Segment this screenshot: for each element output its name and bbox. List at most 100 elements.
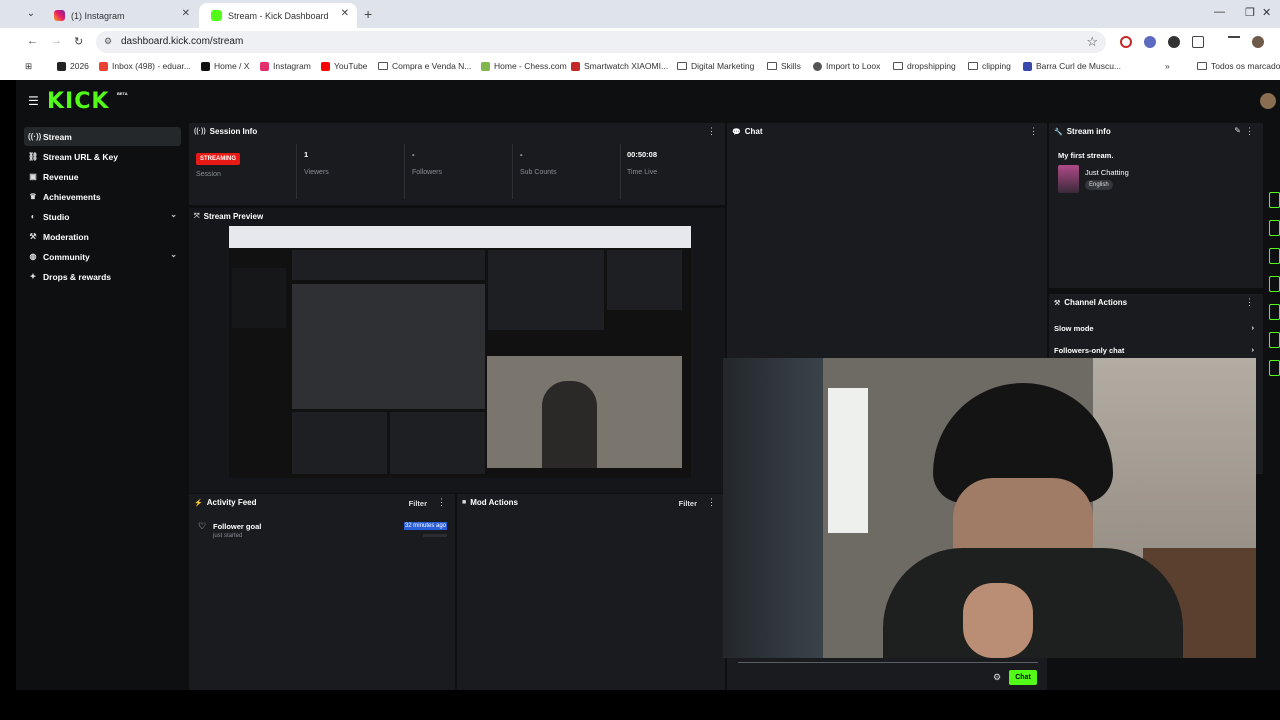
divider [512, 144, 513, 199]
bookmark-folder-all[interactable]: Todos os marcadores [1197, 61, 1280, 71]
tab-instagram[interactable]: (1) Instagram ✕ [42, 3, 198, 28]
preview-mod-actions [390, 412, 485, 474]
bookmark-label: 2026 [70, 61, 89, 71]
sidebar-item-stream[interactable]: ((·)) Stream [24, 127, 181, 146]
more-options-icon[interactable]: ⋮ [437, 497, 446, 508]
bookmark-import-loox[interactable]: Import to Loox [813, 61, 880, 71]
bookmark-gmail[interactable]: Inbox (498) - eduar... [99, 61, 191, 71]
minimize-icon[interactable]: — [1214, 6, 1225, 18]
preview-nested-stream [292, 284, 485, 409]
quick-action-button[interactable] [1269, 360, 1280, 376]
radio-waves-icon: ((·)) [194, 128, 206, 135]
back-arrow-icon[interactable]: ← [27, 35, 38, 47]
site-settings-icon[interactable]: ⚙ [104, 36, 112, 47]
filter-button[interactable]: Filter [679, 499, 697, 508]
url-text[interactable]: dashboard.kick.com/stream [121, 36, 243, 47]
panel-header: ⚒ Channel Actions [1049, 294, 1263, 311]
link-icon: ⛓ [28, 152, 39, 161]
folder-icon [893, 62, 903, 70]
sidebar-item-studio[interactable]: ◐ Studio ⌄ [24, 207, 181, 226]
address-bar[interactable]: ⚙ dashboard.kick.com/stream ☆ [96, 31, 1106, 53]
action-followers-only-chat[interactable]: Followers-only chat › [1054, 345, 1254, 355]
quick-action-button[interactable] [1269, 332, 1280, 348]
quick-action-button[interactable] [1269, 192, 1280, 208]
sidebar-item-stream-url-key[interactable]: ⛓ Stream URL & Key [24, 147, 181, 166]
edit-pencil-icon[interactable]: ✎ [1234, 126, 1241, 135]
webcam-window-light [828, 388, 868, 533]
chevron-down-icon: ⌄ [170, 250, 177, 259]
bookmark-folder-clipping[interactable]: clipping [968, 61, 1011, 71]
filter-button[interactable]: Filter [409, 499, 427, 508]
status-badge: STREAMING [196, 153, 240, 165]
sidebar-item-label: Stream URL & Key [43, 151, 118, 162]
action-slow-mode[interactable]: Slow mode › [1054, 323, 1254, 333]
more-options-icon[interactable]: ⋮ [707, 497, 716, 508]
extension-badge-icon[interactable] [1144, 36, 1156, 48]
close-tab-icon[interactable]: ✕ [341, 8, 349, 19]
bookmark-chess[interactable]: Home - Chess.com [481, 61, 567, 71]
bookmark-folder-compra[interactable]: Compra e Venda N... [378, 61, 471, 71]
tab-search-chevron-icon[interactable]: ⌄ [22, 6, 40, 22]
restore-icon[interactable]: ❐ [1245, 6, 1255, 19]
quick-action-button[interactable] [1269, 248, 1280, 264]
hamburger-menu-icon[interactable]: ☰ [28, 94, 39, 108]
sidebar-item-community[interactable]: ◍ Community ⌄ [24, 247, 181, 266]
sidebar-item-label: Drops & rewards [43, 271, 112, 282]
category-name[interactable]: Just Chatting [1085, 168, 1129, 177]
bookmark-folder-digital-marketing[interactable]: Digital Marketing [677, 61, 754, 71]
panel-title: Mod Actions [470, 498, 518, 507]
kick-logo[interactable]: KICK [47, 89, 109, 114]
record-extension-icon[interactable] [1120, 36, 1132, 48]
bookmark-instagram[interactable]: Instagram [260, 61, 311, 71]
compass-extension-icon[interactable] [1168, 36, 1180, 48]
bookmark-barra-curl[interactable]: Barra Curl de Muscu... [1023, 61, 1121, 71]
bookmark-star-icon[interactable]: ☆ [1086, 34, 1098, 50]
user-avatar[interactable] [1260, 93, 1276, 109]
stream-preview-panel: ⤧ Stream Preview [189, 208, 725, 493]
close-tab-icon[interactable]: ✕ [182, 8, 190, 19]
shield-icon: ■ [462, 499, 467, 506]
bookmark-folder-skills[interactable]: Skills [767, 61, 801, 71]
profile-avatar-icon[interactable] [1252, 36, 1264, 48]
forward-arrow-icon[interactable]: → [51, 35, 62, 47]
bookmark-label: Digital Marketing [691, 61, 755, 71]
gear-icon[interactable]: ⚙ [993, 672, 1001, 683]
sidebar-item-moderation[interactable]: ⚒ Moderation [24, 227, 181, 246]
panel-header: 💬 Chat [727, 123, 1047, 140]
more-options-icon[interactable]: ⋮ [1245, 297, 1254, 308]
send-chat-button[interactable]: Chat [1009, 670, 1037, 685]
quick-action-button[interactable] [1269, 220, 1280, 236]
bookmark-label: Inbox (498) - eduar... [112, 61, 191, 71]
stream-preview-video[interactable] [229, 226, 691, 478]
webcam-overlay[interactable] [723, 358, 1256, 658]
bookmark-folder-dropshipping[interactable]: dropshipping [893, 61, 956, 71]
bookmarks-overflow-icon[interactable]: » [1165, 61, 1170, 71]
action-label: Followers-only chat [1054, 346, 1125, 355]
quick-action-button[interactable] [1269, 276, 1280, 292]
bookmark-youtube[interactable]: YouTube [321, 61, 367, 71]
heart-icon: ♡ [198, 521, 207, 531]
category-thumbnail[interactable] [1058, 165, 1079, 193]
more-options-icon[interactable]: ⋮ [1029, 126, 1038, 137]
media-list-icon[interactable] [1228, 36, 1240, 48]
folder-icon [1197, 62, 1207, 70]
tab-kick-dashboard[interactable]: Stream - Kick Dashboard ✕ [199, 3, 357, 28]
sidebar-item-achievements[interactable]: ♛ Achievements [24, 187, 181, 206]
new-tab-plus-icon[interactable]: + [364, 6, 372, 22]
preview-browser-chrome [229, 226, 691, 248]
reload-icon[interactable]: ↻ [74, 35, 83, 48]
bookmark-x[interactable]: Home / X [201, 61, 249, 71]
sidebar-item-revenue[interactable]: ▣ Revenue [24, 167, 181, 186]
tab-title: (1) Instagram [71, 10, 125, 21]
bookmark-smartwatch[interactable]: Smartwatch XIAOMI... [571, 61, 668, 71]
more-options-icon[interactable]: ⋮ [1245, 126, 1254, 137]
apps-grid-icon[interactable]: ⊞ [25, 61, 32, 72]
sidebar-item-drops-rewards[interactable]: ✦ Drops & rewards [24, 267, 181, 286]
bookmark-label: YouTube [334, 61, 368, 71]
more-options-icon[interactable]: ⋮ [707, 126, 716, 137]
puzzle-extensions-icon[interactable] [1192, 36, 1204, 48]
chat-input-field[interactable] [738, 662, 1038, 666]
bookmark-2026[interactable]: 2026 [57, 61, 89, 71]
close-window-icon[interactable]: ✕ [1262, 6, 1271, 19]
quick-action-button[interactable] [1269, 304, 1280, 320]
